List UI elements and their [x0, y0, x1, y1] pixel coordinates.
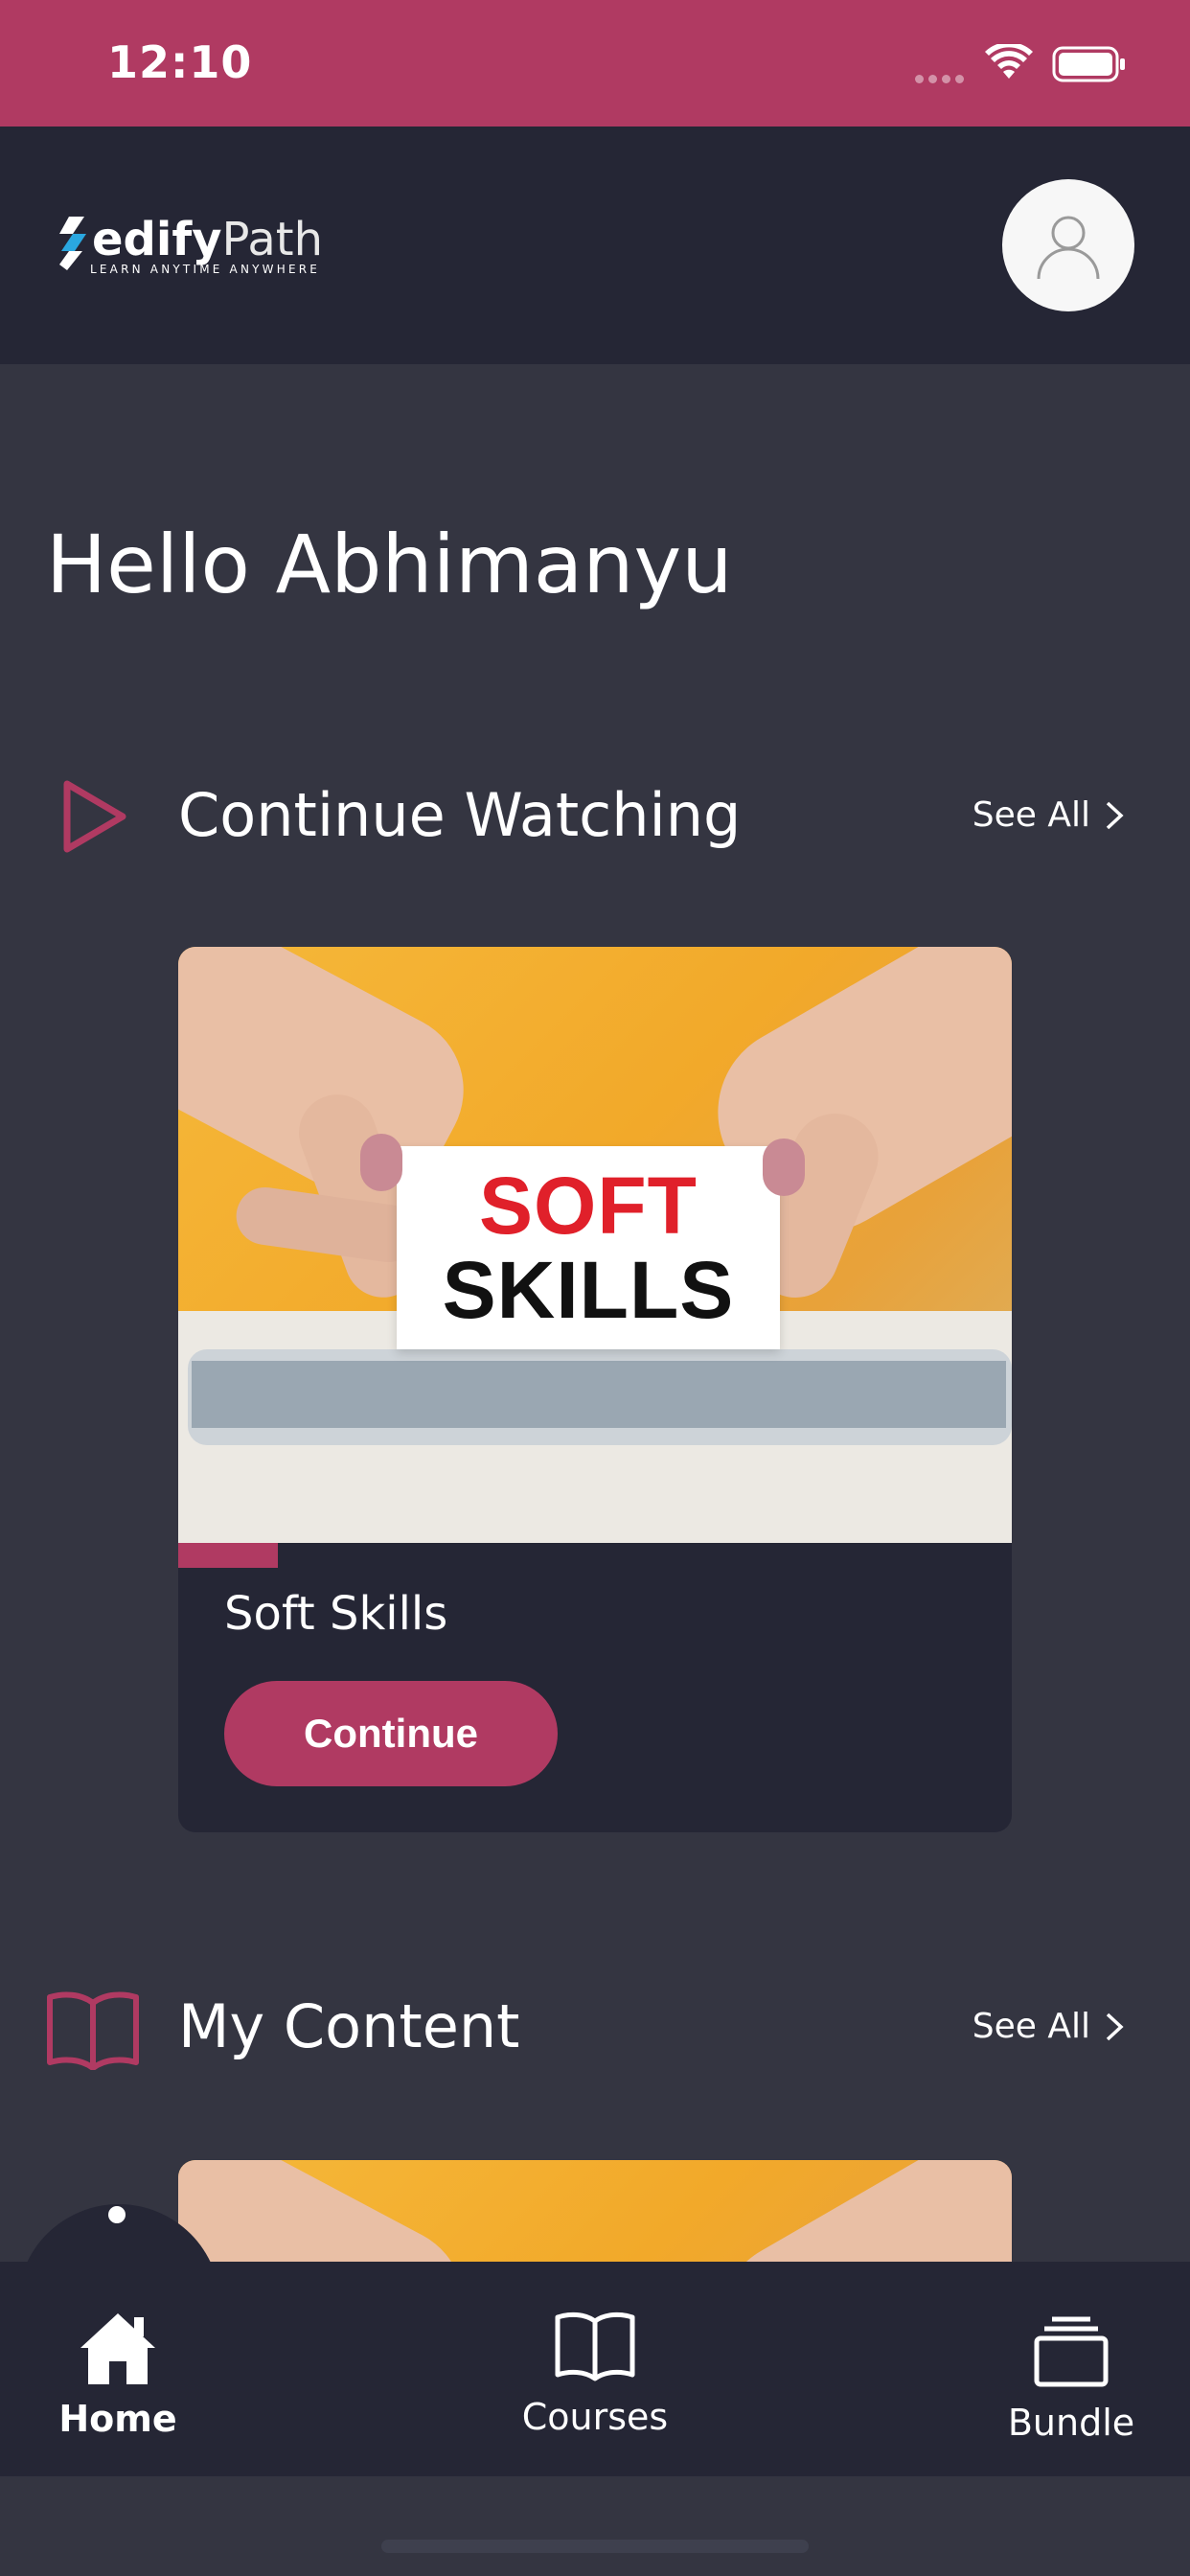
my-content-thumbnail: [178, 2160, 1012, 2262]
my-content-header: My Content See All: [0, 1978, 1190, 2074]
user-icon: [1037, 216, 1100, 280]
my-content-title: My Content: [178, 1991, 520, 2061]
course-title: Soft Skills: [224, 1587, 448, 1641]
nav-item-bundle[interactable]: Bundle: [947, 2262, 1190, 2476]
thumbnail-card: SOFT SKILLS: [397, 1146, 780, 1349]
thumbnail-text-skills: SKILLS: [442, 1245, 735, 1335]
app-header: edifyPath LEARN ANYTIME ANYWHERE: [0, 126, 1190, 364]
status-bar: 12:10: [0, 0, 1190, 126]
logo-text: edifyPath: [92, 213, 323, 266]
progress-fill: [178, 1543, 279, 1568]
continue-watching-title: Continue Watching: [178, 780, 742, 850]
play-icon: [63, 780, 126, 853]
logo-text-bold: edify: [92, 213, 222, 266]
my-content-see-all[interactable]: See All: [973, 2007, 1125, 2046]
nav-label-courses: Courses: [521, 2396, 669, 2438]
bottom-navigation: Home Courses Bundle: [0, 2262, 1190, 2476]
logo-text-light: Path: [221, 213, 323, 266]
thumbnail-text-soft: SOFT: [479, 1161, 698, 1251]
nav-label-home: Home: [58, 2398, 177, 2440]
see-all-label: See All: [972, 2007, 1090, 2046]
greeting-heading: Hello Abhimanyu: [46, 518, 733, 611]
nav-label-bundle: Bundle: [1007, 2402, 1135, 2444]
continue-watching-see-all[interactable]: See All: [973, 795, 1125, 835]
book-icon: [47, 1991, 139, 2070]
chevron-right-icon: [1106, 801, 1124, 829]
nav-item-home[interactable]: Home: [0, 2262, 242, 2476]
chevron-right-icon: [1106, 2012, 1124, 2040]
continue-button[interactable]: Continue: [224, 1681, 558, 1786]
logo-tagline: LEARN ANYTIME ANYWHERE: [90, 263, 321, 276]
indicator-dot: [108, 2206, 126, 2223]
logo-mark-icon: [59, 217, 86, 270]
continue-watching-header: Continue Watching See All: [0, 767, 1190, 862]
status-time: 12:10: [107, 36, 253, 88]
battery-icon: [1052, 46, 1125, 82]
book-icon: [555, 2312, 635, 2381]
progress-bar: [178, 1543, 1012, 1568]
course-thumbnail[interactable]: SOFT SKILLS: [178, 947, 1012, 1543]
stack-icon: [1034, 2316, 1109, 2387]
wifi-icon: [985, 44, 1033, 79]
cellular-signal-icon: [915, 69, 969, 87]
my-content-card[interactable]: [178, 2160, 1012, 2262]
profile-avatar-button[interactable]: [1002, 179, 1134, 311]
see-all-label: See All: [972, 795, 1090, 835]
home-icon: [80, 2313, 155, 2384]
nav-item-courses[interactable]: Courses: [470, 2262, 720, 2476]
home-indicator: [381, 2540, 809, 2553]
course-card[interactable]: SOFT SKILLS Soft Skills Continue: [178, 947, 1012, 1832]
